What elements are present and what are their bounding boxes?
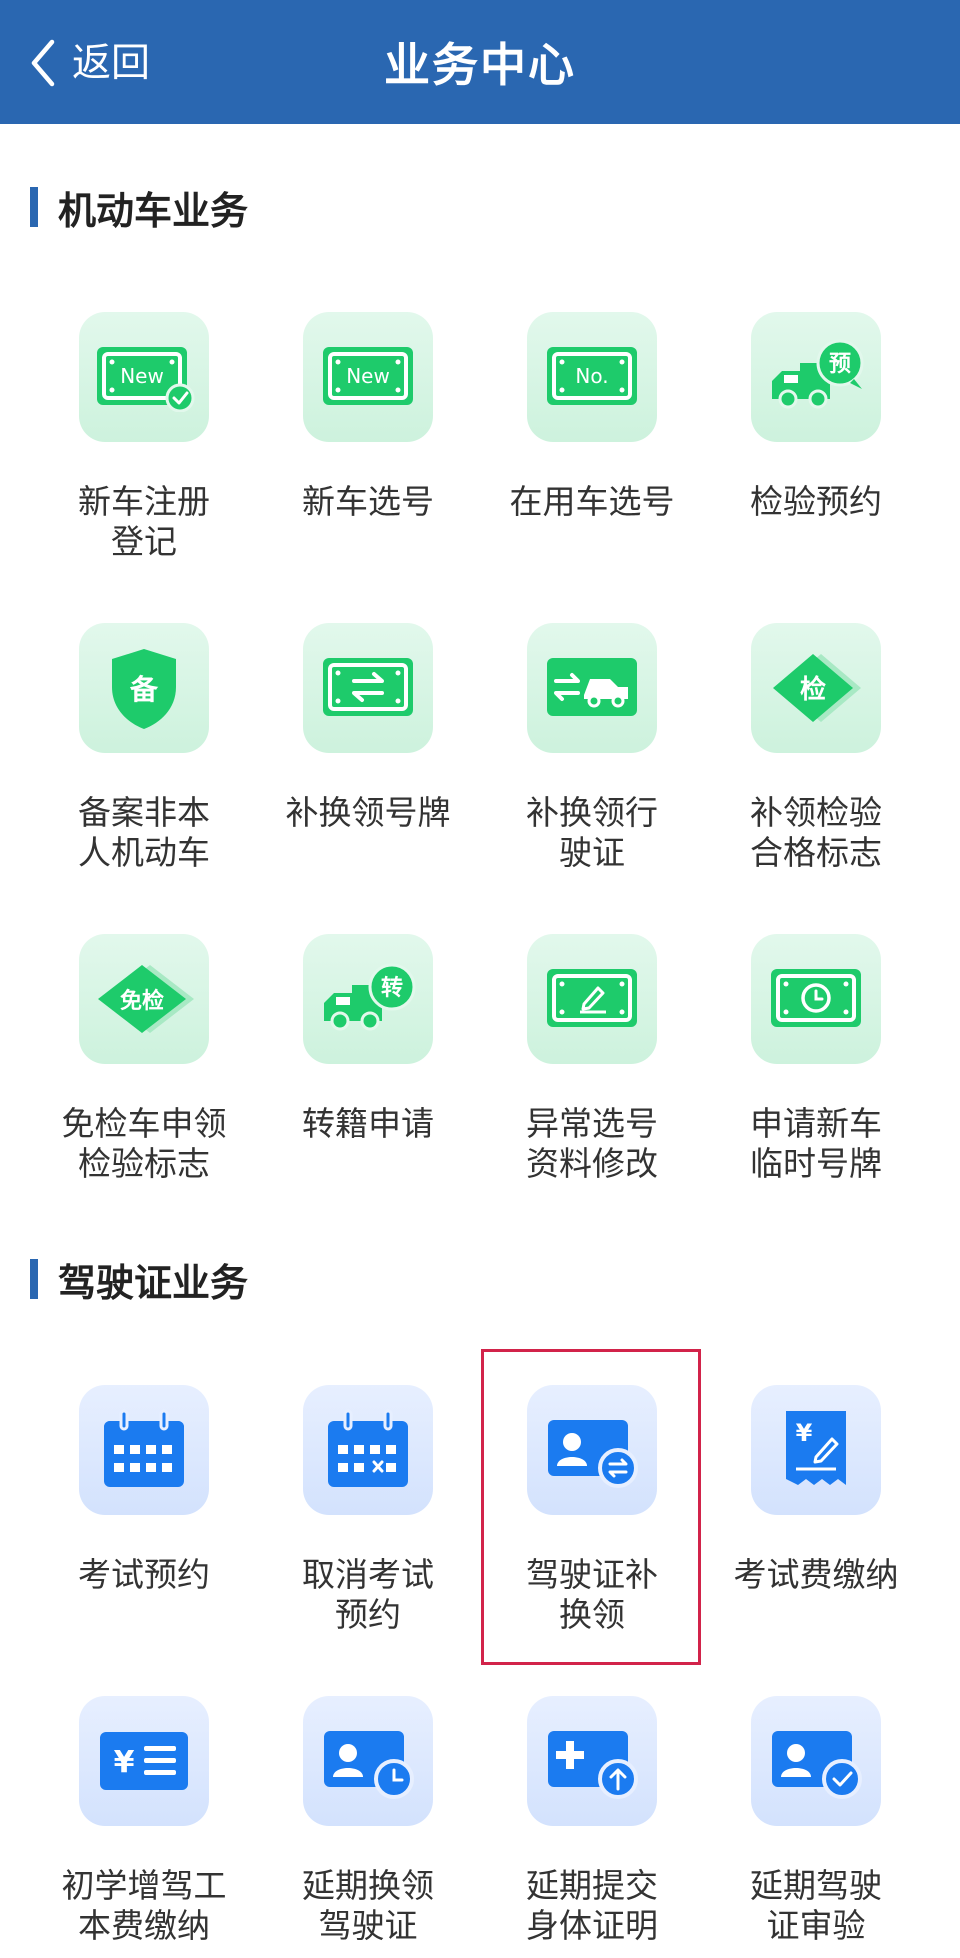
- service-label: 补领检验 合格标志: [750, 793, 882, 872]
- service-label: 考试预约: [78, 1555, 210, 1594]
- section-header-vehicle: 机动车业务: [30, 183, 248, 233]
- service-label: 转籍申请: [302, 1104, 434, 1143]
- svg-text:New: New: [120, 364, 164, 388]
- section-title: 机动车业务: [58, 188, 249, 233]
- service-label: 申请新车 临时号牌: [750, 1104, 882, 1183]
- page-title: 业务中心: [384, 38, 576, 92]
- service-label: 补换领号牌: [285, 793, 451, 832]
- inspection-diamond-icon: 检: [751, 623, 881, 753]
- plate-edit-icon: [527, 934, 657, 1064]
- license-verify-icon: [751, 1696, 881, 1826]
- svg-text:¥: ¥: [114, 1745, 135, 1780]
- svg-text:No.: No.: [575, 364, 608, 388]
- calendar-cancel-icon: [303, 1385, 433, 1515]
- section-title: 驾驶证业务: [58, 1260, 249, 1305]
- calendar-icon: [79, 1385, 209, 1515]
- service-label: 备案非本 人机动车: [78, 793, 210, 872]
- fee-receipt-icon: ¥: [751, 1385, 881, 1515]
- new-plate-check-icon: New: [79, 312, 209, 442]
- svg-text:免检: 免检: [120, 988, 164, 1014]
- service-label: 延期提交 身体证明: [526, 1866, 658, 1945]
- truck-reserve-icon: 预: [751, 312, 881, 442]
- svg-text:检: 检: [800, 674, 826, 705]
- service-label: 在用车选号: [509, 482, 675, 521]
- plate-exchange-icon: [303, 623, 433, 753]
- exempt-diamond-icon: 免检: [79, 934, 209, 1064]
- svg-text:¥: ¥: [796, 1419, 813, 1447]
- service-label: 补换领行 驶证: [526, 793, 658, 872]
- top-nav-bar: 返回 业务中心: [0, 0, 960, 124]
- service-label: 新车注册 登记: [78, 482, 210, 561]
- svg-text:预: 预: [829, 352, 851, 377]
- section-header-license: 驾驶证业务: [30, 1255, 248, 1305]
- svg-text:转: 转: [381, 975, 403, 1001]
- svg-text:New: New: [346, 364, 390, 388]
- license-car-exchange-icon: [527, 623, 657, 753]
- section-accent-bar: [30, 187, 38, 227]
- shield-record-icon: 备: [79, 623, 209, 753]
- service-label: 驾驶证补 换领: [526, 1555, 658, 1634]
- service-label: 检验预约: [750, 482, 882, 521]
- service-label: 延期驾驶 证审验: [750, 1866, 882, 1945]
- number-plate-icon: No.: [527, 312, 657, 442]
- service-label: 新车选号: [302, 482, 434, 521]
- service-label: 考试费缴纳: [733, 1555, 899, 1594]
- service-label: 初学增驾工 本费缴纳: [61, 1866, 227, 1945]
- license-clock-icon: [303, 1696, 433, 1826]
- truck-transfer-icon: 转: [303, 934, 433, 1064]
- svg-text:备: 备: [129, 673, 159, 706]
- service-label: 取消考试 预约: [302, 1555, 434, 1634]
- service-label: 延期换领 驾驶证: [302, 1866, 434, 1945]
- service-label: 异常选号 资料修改: [526, 1104, 658, 1183]
- license-exchange-icon: [527, 1385, 657, 1515]
- medical-upload-icon: [527, 1696, 657, 1826]
- new-plate-icon: New: [303, 312, 433, 442]
- fee-list-icon: ¥: [79, 1696, 209, 1826]
- service-label: 免检车申领 检验标志: [61, 1104, 227, 1183]
- section-accent-bar: [30, 1259, 38, 1299]
- plate-clock-icon: [751, 934, 881, 1064]
